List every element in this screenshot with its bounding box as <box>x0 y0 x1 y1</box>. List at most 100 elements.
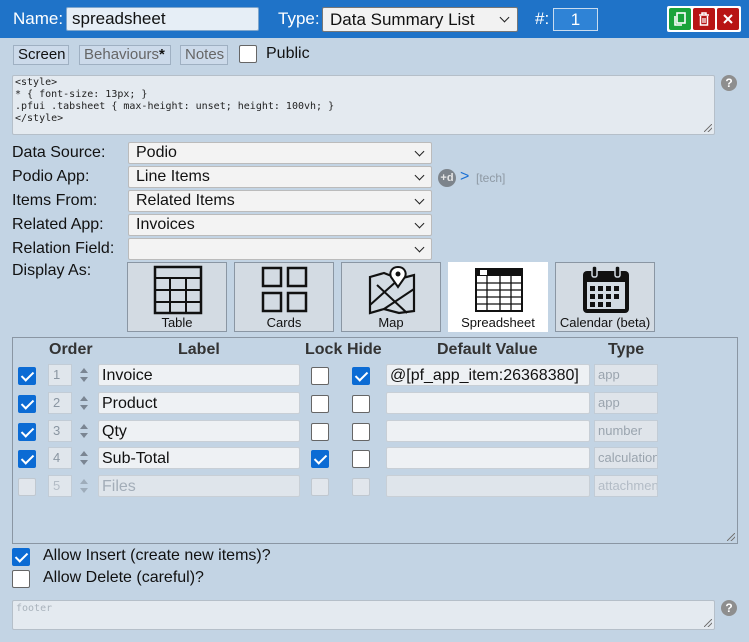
help-icon[interactable]: ? <box>721 600 737 616</box>
row-lock-checkbox <box>311 478 329 496</box>
display-map-button[interactable]: Map <box>341 262 441 332</box>
display-cards-button[interactable]: Cards <box>234 262 334 332</box>
row-default-input[interactable] <box>386 420 590 442</box>
row-hide-checkbox <box>352 478 370 496</box>
row-label-input[interactable]: Product <box>98 392 300 414</box>
row-hide-checkbox[interactable] <box>352 395 370 413</box>
data-source-value: Podio <box>136 144 177 161</box>
public-checkbox[interactable] <box>239 45 257 63</box>
resize-handle[interactable] <box>704 124 712 132</box>
allow-delete-checkbox[interactable] <box>12 570 30 588</box>
display-table-button[interactable]: Table <box>127 262 227 332</box>
allow-delete-label: Allow Delete (careful)? <box>43 569 204 586</box>
footer-placeholder: footer <box>16 603 53 614</box>
data-source-select[interactable]: Podio <box>128 142 432 164</box>
relation-field-label: Relation Field: <box>12 240 115 257</box>
trash-icon <box>699 12 709 26</box>
row-enabled-checkbox[interactable] <box>18 367 36 385</box>
row-type-field: app <box>594 364 658 386</box>
type-select-value: Data Summary List <box>330 10 475 29</box>
delete-button[interactable] <box>693 8 715 30</box>
allow-insert-checkbox[interactable] <box>12 548 30 566</box>
row-lock-checkbox[interactable] <box>311 450 329 468</box>
copy-icon <box>674 12 686 26</box>
type-select[interactable]: Data Summary List <box>322 7 518 32</box>
row-label-input[interactable]: Sub-Total <box>98 447 300 469</box>
row-hide-checkbox[interactable] <box>352 367 370 385</box>
chevron-down-icon <box>499 12 510 23</box>
row-lock-checkbox[interactable] <box>311 423 329 441</box>
number-input[interactable]: 1 <box>553 8 598 31</box>
tech-link[interactable]: [tech] <box>476 171 505 185</box>
type-label: Type: <box>278 9 320 28</box>
tab-notes[interactable]: Notes <box>180 45 228 65</box>
resize-handle[interactable] <box>727 533 735 541</box>
name-input[interactable]: spreadsheet <box>66 7 259 31</box>
row-lock-checkbox[interactable] <box>311 367 329 385</box>
relation-field-select[interactable] <box>128 238 432 260</box>
order-spinner-icon[interactable] <box>80 424 89 438</box>
row-order-input[interactable]: 3 <box>48 420 72 442</box>
items-from-select[interactable]: Related Items <box>128 190 432 212</box>
header-order: Order <box>49 341 93 358</box>
row-hide-checkbox[interactable] <box>352 423 370 441</box>
copy-button[interactable] <box>669 8 691 30</box>
row-enabled-checkbox[interactable] <box>18 395 36 413</box>
tab-behaviours[interactable]: Behaviours* <box>79 45 171 65</box>
close-button[interactable] <box>717 8 739 30</box>
row-default-input[interactable]: @[pf_app_item:26368380] <box>386 364 590 386</box>
tab-screen[interactable]: Screen <box>13 45 69 65</box>
order-spinner-icon[interactable] <box>80 368 89 382</box>
cards-icon <box>261 266 308 313</box>
public-label: Public <box>266 45 310 62</box>
order-spinner-icon <box>80 479 89 493</box>
header-label: Label <box>178 341 220 358</box>
map-icon <box>368 265 416 315</box>
row-order-input: 5 <box>48 475 72 497</box>
row-default-input[interactable] <box>386 447 590 469</box>
row-order-input[interactable]: 2 <box>48 392 72 414</box>
header-actions <box>667 6 741 32</box>
related-app-value: Invoices <box>136 216 195 233</box>
data-source-label: Data Source: <box>12 144 106 161</box>
row-enabled-checkbox[interactable] <box>18 450 36 468</box>
number-label: #: <box>535 9 550 28</box>
chevron-down-icon <box>414 170 425 181</box>
row-order-input[interactable]: 4 <box>48 447 72 469</box>
footer-textarea[interactable]: footer <box>12 600 715 630</box>
row-type-field: attachment <box>594 475 658 497</box>
chevron-down-icon <box>414 218 425 229</box>
row-order-input[interactable]: 1 <box>48 364 72 386</box>
row-label-input[interactable]: Invoice <box>98 364 300 386</box>
items-from-value: Related Items <box>136 192 235 209</box>
header-bar: Name: spreadsheet Type: Data Summary Lis… <box>0 0 749 38</box>
related-app-label: Related App: <box>12 216 104 233</box>
order-spinner-icon[interactable] <box>80 396 89 410</box>
add-depend-badge[interactable]: +d <box>438 169 456 187</box>
row-enabled-checkbox[interactable] <box>18 478 36 496</box>
tab-behaviours-label: Behaviours <box>84 46 160 63</box>
row-lock-checkbox[interactable] <box>311 395 329 413</box>
help-icon[interactable]: ? <box>721 75 737 91</box>
header-default-value: Default Value <box>437 341 538 358</box>
modified-marker: * <box>159 46 165 63</box>
display-spreadsheet-button[interactable]: Spreadsheet <box>448 262 548 332</box>
row-label-input[interactable]: Qty <box>98 420 300 442</box>
display-calendar-label: Calendar (beta) <box>559 315 651 330</box>
open-app-link[interactable]: > <box>460 168 469 186</box>
display-calendar-button[interactable]: Calendar (beta) <box>555 262 655 332</box>
row-type-field: app <box>594 392 658 414</box>
spreadsheet-icon <box>475 268 523 312</box>
display-cards-label: Cards <box>266 315 302 330</box>
header-lock: Lock <box>305 341 343 358</box>
style-code-textarea[interactable]: <style> * { font-size: 13px; } .pfui .ta… <box>12 75 715 135</box>
order-spinner-icon[interactable] <box>80 451 89 465</box>
podio-app-select[interactable]: Line Items <box>128 166 432 188</box>
row-enabled-checkbox[interactable] <box>18 423 36 441</box>
table-icon <box>153 265 203 315</box>
name-label: Name: <box>13 9 64 28</box>
related-app-select[interactable]: Invoices <box>128 214 432 236</box>
row-default-input[interactable] <box>386 392 590 414</box>
row-hide-checkbox[interactable] <box>352 450 370 468</box>
resize-handle[interactable] <box>704 619 712 627</box>
